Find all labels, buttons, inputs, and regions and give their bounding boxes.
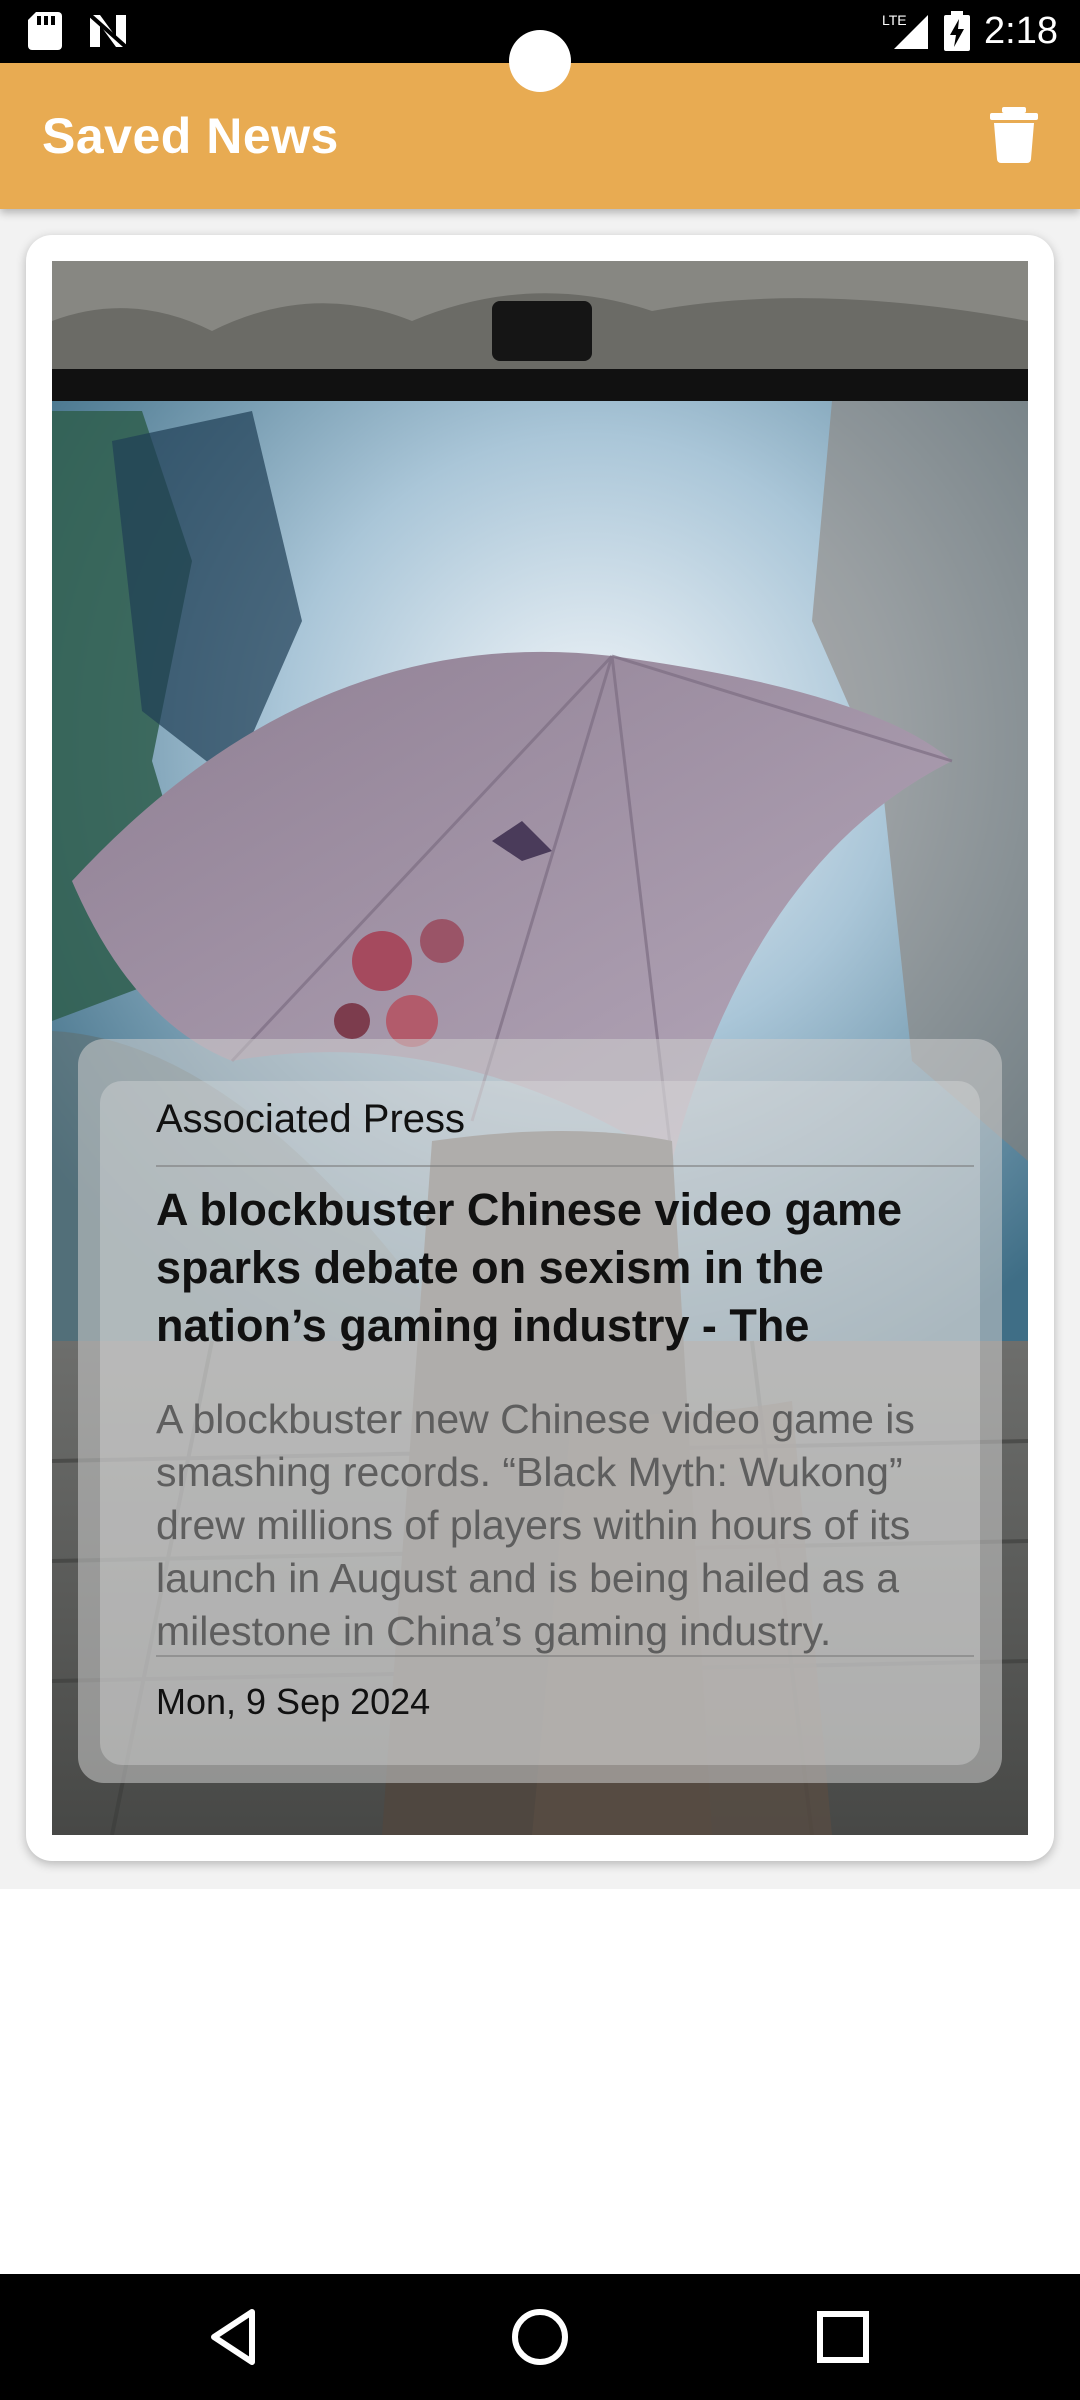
divider-bottom bbox=[156, 1655, 974, 1657]
battery-charging-icon bbox=[944, 11, 971, 51]
news-card[interactable]: Associated Press A blockbuster Chinese v… bbox=[26, 235, 1054, 1861]
divider-top bbox=[156, 1165, 974, 1167]
back-button[interactable] bbox=[202, 2304, 268, 2370]
status-time: 2:18 bbox=[984, 10, 1058, 52]
n-logo-icon bbox=[88, 13, 128, 49]
article-title: A blockbuster Chinese video game sparks … bbox=[156, 1184, 903, 1351]
trash-icon bbox=[990, 107, 1038, 163]
article-source: Associated Press bbox=[156, 1097, 466, 1141]
home-button[interactable] bbox=[507, 2304, 573, 2370]
home-icon bbox=[512, 2309, 568, 2365]
article-info-panel: Associated Press A blockbuster Chinese v… bbox=[78, 1039, 1002, 1783]
signal-icon: LTE bbox=[882, 12, 929, 49]
back-icon bbox=[211, 2309, 255, 2365]
status-right-icons: LTE 2:18 bbox=[882, 6, 1058, 56]
sd-card-icon bbox=[28, 12, 62, 50]
camera-cutout bbox=[509, 30, 571, 92]
article-date: Mon, 9 Sep 2024 bbox=[156, 1681, 431, 1722]
delete-all-button[interactable] bbox=[988, 107, 1040, 163]
page-title: Saved News bbox=[42, 108, 339, 164]
network-label: LTE bbox=[882, 12, 907, 28]
article-description: A blockbuster new Chinese video game is … bbox=[156, 1396, 915, 1654]
status-left-icons bbox=[28, 12, 128, 50]
navigation-bar bbox=[0, 2274, 1080, 2400]
recents-button[interactable] bbox=[810, 2304, 876, 2370]
saved-news-list[interactable]: Associated Press A blockbuster Chinese v… bbox=[0, 209, 1080, 1889]
recents-icon bbox=[817, 2311, 869, 2363]
